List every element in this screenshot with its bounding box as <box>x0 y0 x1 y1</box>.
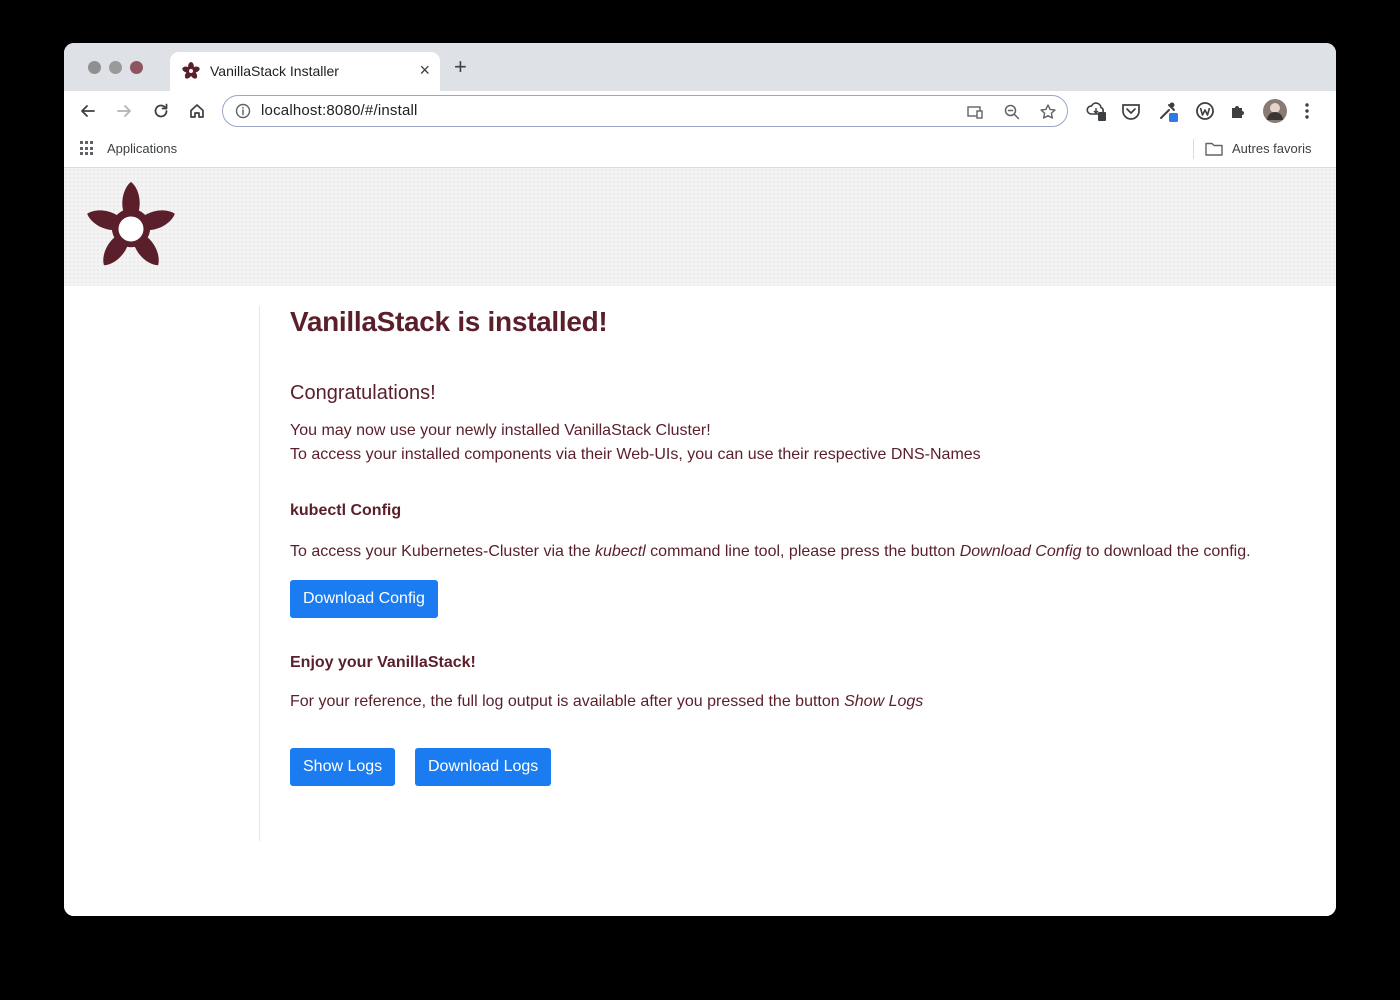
vanillastack-favicon-icon <box>182 62 200 79</box>
logs-text: For your reference, the full log output … <box>290 693 923 711</box>
window-close-button[interactable] <box>88 61 101 74</box>
site-info-icon[interactable] <box>235 103 251 119</box>
cloud-extension-icon[interactable] <box>1086 100 1108 122</box>
congratulations-line-2: To access your installed components via … <box>290 446 981 463</box>
profile-avatar[interactable] <box>1262 98 1288 124</box>
logs-text-button: Show Logs <box>844 693 924 710</box>
new-tab-button[interactable]: + <box>454 56 467 78</box>
logs-text-before: For your reference, the full log output … <box>290 693 845 710</box>
zoom-icon[interactable] <box>1003 103 1021 121</box>
tab-vanillastack-installer[interactable]: VanillaStack Installer × <box>170 52 440 91</box>
bookmarks-separator <box>1193 139 1194 159</box>
url-text[interactable]: localhost:8080/#/install <box>261 102 418 119</box>
window-zoom-button[interactable] <box>130 61 143 74</box>
address-bar[interactable]: localhost:8080/#/install <box>222 95 1068 127</box>
tab-title: VanillaStack Installer <box>210 63 339 79</box>
tab-strip: VanillaStack Installer × + <box>64 43 1336 91</box>
reload-icon <box>154 103 168 118</box>
kubectl-config-text: To access your Kubernetes-Cluster via th… <box>290 543 1251 561</box>
eyedropper-extension-icon[interactable] <box>1157 100 1179 122</box>
bookmarks-bar: Applications Autres favoris <box>64 131 1336 168</box>
forward-button[interactable] <box>112 99 136 123</box>
bookmark-applications-label: Applications <box>107 141 178 156</box>
congratulations-line-1: You may now use your newly installed Van… <box>290 422 711 439</box>
back-arrow-icon <box>81 105 95 117</box>
bookmark-other-label: Autres favoris <box>1232 141 1312 156</box>
pocket-icon[interactable] <box>1120 100 1142 122</box>
browser-toolbar: localhost:8080/#/install <box>64 91 1336 131</box>
wappalyzer-icon[interactable] <box>1194 100 1216 122</box>
kubectl-text-button: Download Config <box>959 543 1082 560</box>
extensions-puzzle-icon[interactable] <box>1228 100 1250 122</box>
reload-button[interactable] <box>149 99 173 123</box>
window-minimize-button[interactable] <box>109 61 122 74</box>
download-config-button[interactable]: Download Config <box>290 580 438 618</box>
kubectl-text-after: to download the config. <box>1081 543 1251 560</box>
vanillastack-logo-icon <box>87 181 175 266</box>
bookmark-applications[interactable]: Applications <box>80 141 177 156</box>
bookmark-star-icon[interactable] <box>1039 103 1057 121</box>
apps-grid-icon <box>80 141 95 156</box>
bookmark-other-favorites[interactable]: Autres favoris <box>1205 141 1311 156</box>
forward-arrow-icon <box>117 105 131 117</box>
page-title: VanillaStack is installed! <box>290 306 608 337</box>
folder-icon <box>1205 142 1223 156</box>
home-icon <box>190 104 204 118</box>
back-button[interactable] <box>76 99 100 123</box>
kubectl-text-middle: command line tool, please press the butt… <box>645 543 960 560</box>
enjoy-heading: Enjoy your VanillaStack! <box>290 654 476 671</box>
sidebar-divider <box>259 306 260 841</box>
home-button[interactable] <box>185 99 209 123</box>
kubectl-text-tool: kubectl <box>595 543 646 560</box>
cast-icon[interactable] <box>966 103 984 121</box>
browser-window: VanillaStack Installer × + localhost:808… <box>64 43 1336 916</box>
kubectl-text-before: To access your Kubernetes-Cluster via th… <box>290 543 596 560</box>
header-banner <box>64 168 1336 286</box>
menu-kebab-icon[interactable] <box>1302 100 1312 122</box>
page-viewport: VanillaStack is installed! Congratulatio… <box>64 168 1336 916</box>
tab-close-icon[interactable]: × <box>419 60 430 80</box>
kubectl-config-heading: kubectl Config <box>290 502 402 519</box>
download-logs-button[interactable]: Download Logs <box>415 748 552 786</box>
congratulations-heading: Congratulations! <box>290 382 436 404</box>
show-logs-button[interactable]: Show Logs <box>290 748 396 786</box>
